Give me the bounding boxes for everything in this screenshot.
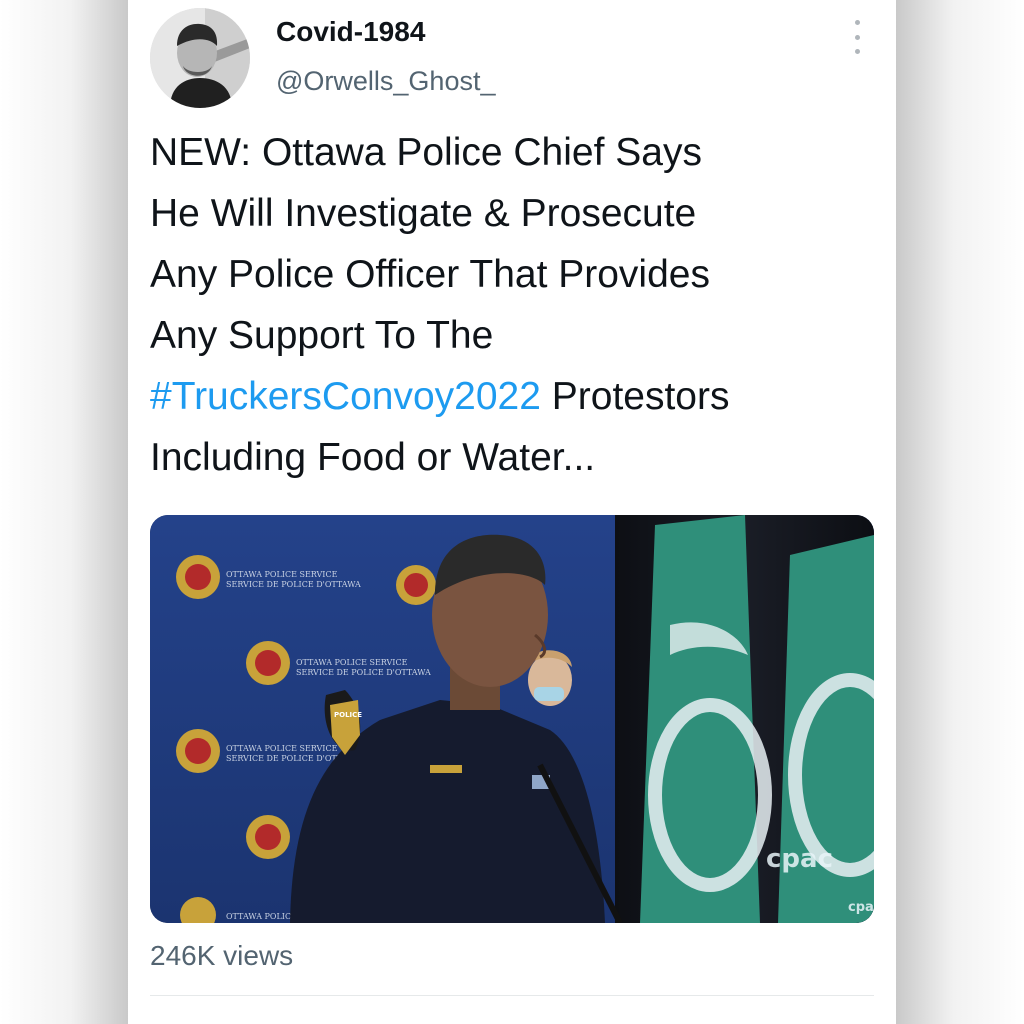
name-tag xyxy=(430,765,462,773)
backdrop-text: OTTAWA POLICE SERVICE xyxy=(226,744,338,753)
police-badge-icon xyxy=(396,565,436,605)
tweet-text-line: Any Police Officer That Provides xyxy=(150,253,710,296)
divider xyxy=(150,995,874,996)
dot xyxy=(854,49,860,54)
tweet-text-line: #TruckersConvoy2022 Protestors xyxy=(150,366,880,427)
user-handle[interactable]: @Orwells_Ghost_ xyxy=(276,66,495,97)
police-badge-icon xyxy=(176,729,220,773)
tweet-text-line: NEW: Ottawa Police Chief Says xyxy=(150,131,702,174)
tweet-text: NEW: Ottawa Police Chief Says He Will In… xyxy=(150,122,880,488)
backdrop-text: OTTAWA POLICE SERVICE xyxy=(296,658,408,667)
avatar-photo xyxy=(150,8,250,108)
tweet-text-line: He Will Investigate & Prosecute xyxy=(150,192,697,235)
tweet-text-line: Any Support To The xyxy=(150,314,494,357)
backdrop-text: SERVICE DE POLICE D'OTTAWA xyxy=(226,580,361,589)
display-name[interactable]: Covid-1984 xyxy=(276,16,425,48)
hashtag-link[interactable]: #TruckersConvoy2022 xyxy=(150,375,541,418)
cpac-watermark-small: cpac xyxy=(848,900,874,915)
more-options-icon[interactable] xyxy=(846,20,868,54)
dot xyxy=(854,34,860,40)
media-image[interactable]: OTTAWA POLICE SERVICE SERVICE DE POLICE … xyxy=(150,515,874,923)
tweet-card: Covid-1984 @Orwells_Ghost_ NEW: Ottawa P… xyxy=(128,0,896,1024)
patch-text: POLICE xyxy=(334,711,362,719)
police-badge-icon xyxy=(176,555,220,599)
avatar[interactable] xyxy=(150,8,250,108)
backdrop-text: SERVICE DE POLICE D'OTTAWA xyxy=(296,668,431,677)
left-shadow xyxy=(0,0,128,1024)
backdrop-text: OTTAWA POLICE SERVICE xyxy=(226,570,338,579)
tweet-text-segment: Protestors xyxy=(540,375,730,418)
police-badge-icon xyxy=(246,815,290,859)
police-badge-icon xyxy=(246,641,290,685)
dot xyxy=(854,20,860,25)
view-count: 246K views xyxy=(150,940,294,971)
right-shadow xyxy=(896,0,1024,1024)
tweet-text-line: Including Food or Water... xyxy=(150,436,596,479)
press-conference-photo: OTTAWA POLICE SERVICE SERVICE DE POLICE … xyxy=(150,515,874,923)
cpac-watermark: cpac xyxy=(766,844,833,874)
